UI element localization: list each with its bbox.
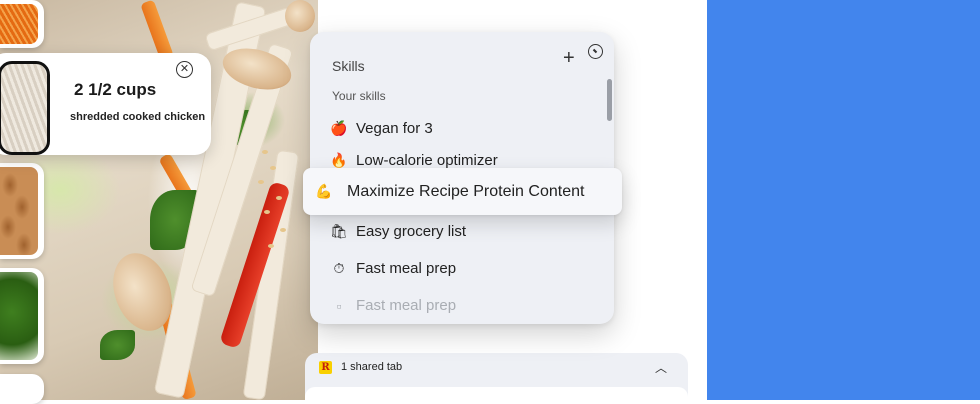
apple-icon: 🍎	[330, 120, 348, 136]
recipe-site-icon: R	[319, 361, 332, 374]
skills-panel-title: Skills	[332, 58, 365, 74]
page-icon: ▫	[336, 297, 342, 314]
flexed-biceps-icon: 💪	[315, 183, 333, 199]
shopping-bags-icon: 🛍	[330, 223, 348, 239]
skill-item-label: Vegan for 3	[356, 120, 433, 137]
ingredient-thumbnail-herbs[interactable]	[0, 268, 44, 364]
skill-item-label: Fast meal prep	[356, 260, 457, 277]
chicken-thumbnail	[0, 61, 50, 155]
ingredient-thumbnail-almonds[interactable]	[0, 163, 44, 259]
skill-item-label: Easy grocery list	[356, 223, 467, 240]
blue-background-panel	[707, 0, 980, 400]
ingredient-thumbnail-carrots[interactable]	[0, 0, 44, 48]
compass-icon[interactable]	[588, 44, 603, 59]
skill-item-protein-highlighted[interactable]: 💪 Maximize Recipe Protein Content	[303, 168, 622, 215]
skill-item-meal-prep[interactable]: ⏱ Fast meal prep	[330, 260, 457, 277]
skill-item-vegan[interactable]: 🍎 Vegan for 3	[330, 120, 433, 137]
chevron-up-icon[interactable]: ︿	[655, 359, 667, 376]
skill-item-meal-prep-faded[interactable]: ▫ Fast meal prep	[330, 297, 457, 314]
skill-item-label: Low-calorie optimizer	[356, 152, 498, 169]
shared-tab-label: 1 shared tab	[341, 361, 403, 373]
skill-item-label: Fast meal prep	[356, 297, 457, 314]
ingredient-description: shredded cooked chicken	[70, 111, 206, 123]
shared-tab-content	[305, 387, 688, 400]
scrollbar[interactable]	[607, 79, 612, 121]
ingredient-quantity: 2 1/2 cups	[74, 80, 157, 99]
close-icon[interactable]: ✕	[176, 61, 193, 78]
skill-item-label: Maximize Recipe Protein Content	[347, 182, 585, 200]
skill-item-low-calorie[interactable]: 🔥 Low-calorie optimizer	[330, 152, 498, 169]
fire-icon: 🔥	[330, 152, 348, 168]
shared-tab-bar[interactable]: R 1 shared tab ︿	[305, 353, 688, 400]
skill-item-grocery[interactable]: 🛍 Easy grocery list	[330, 223, 466, 240]
stopwatch-icon: ⏱	[333, 260, 345, 276]
selected-ingredient-card[interactable]: 2 1/2 cups shredded cooked chicken ✕	[0, 53, 211, 155]
add-skill-icon[interactable]: +	[563, 48, 575, 68]
your-skills-heading: Your skills	[332, 89, 386, 103]
